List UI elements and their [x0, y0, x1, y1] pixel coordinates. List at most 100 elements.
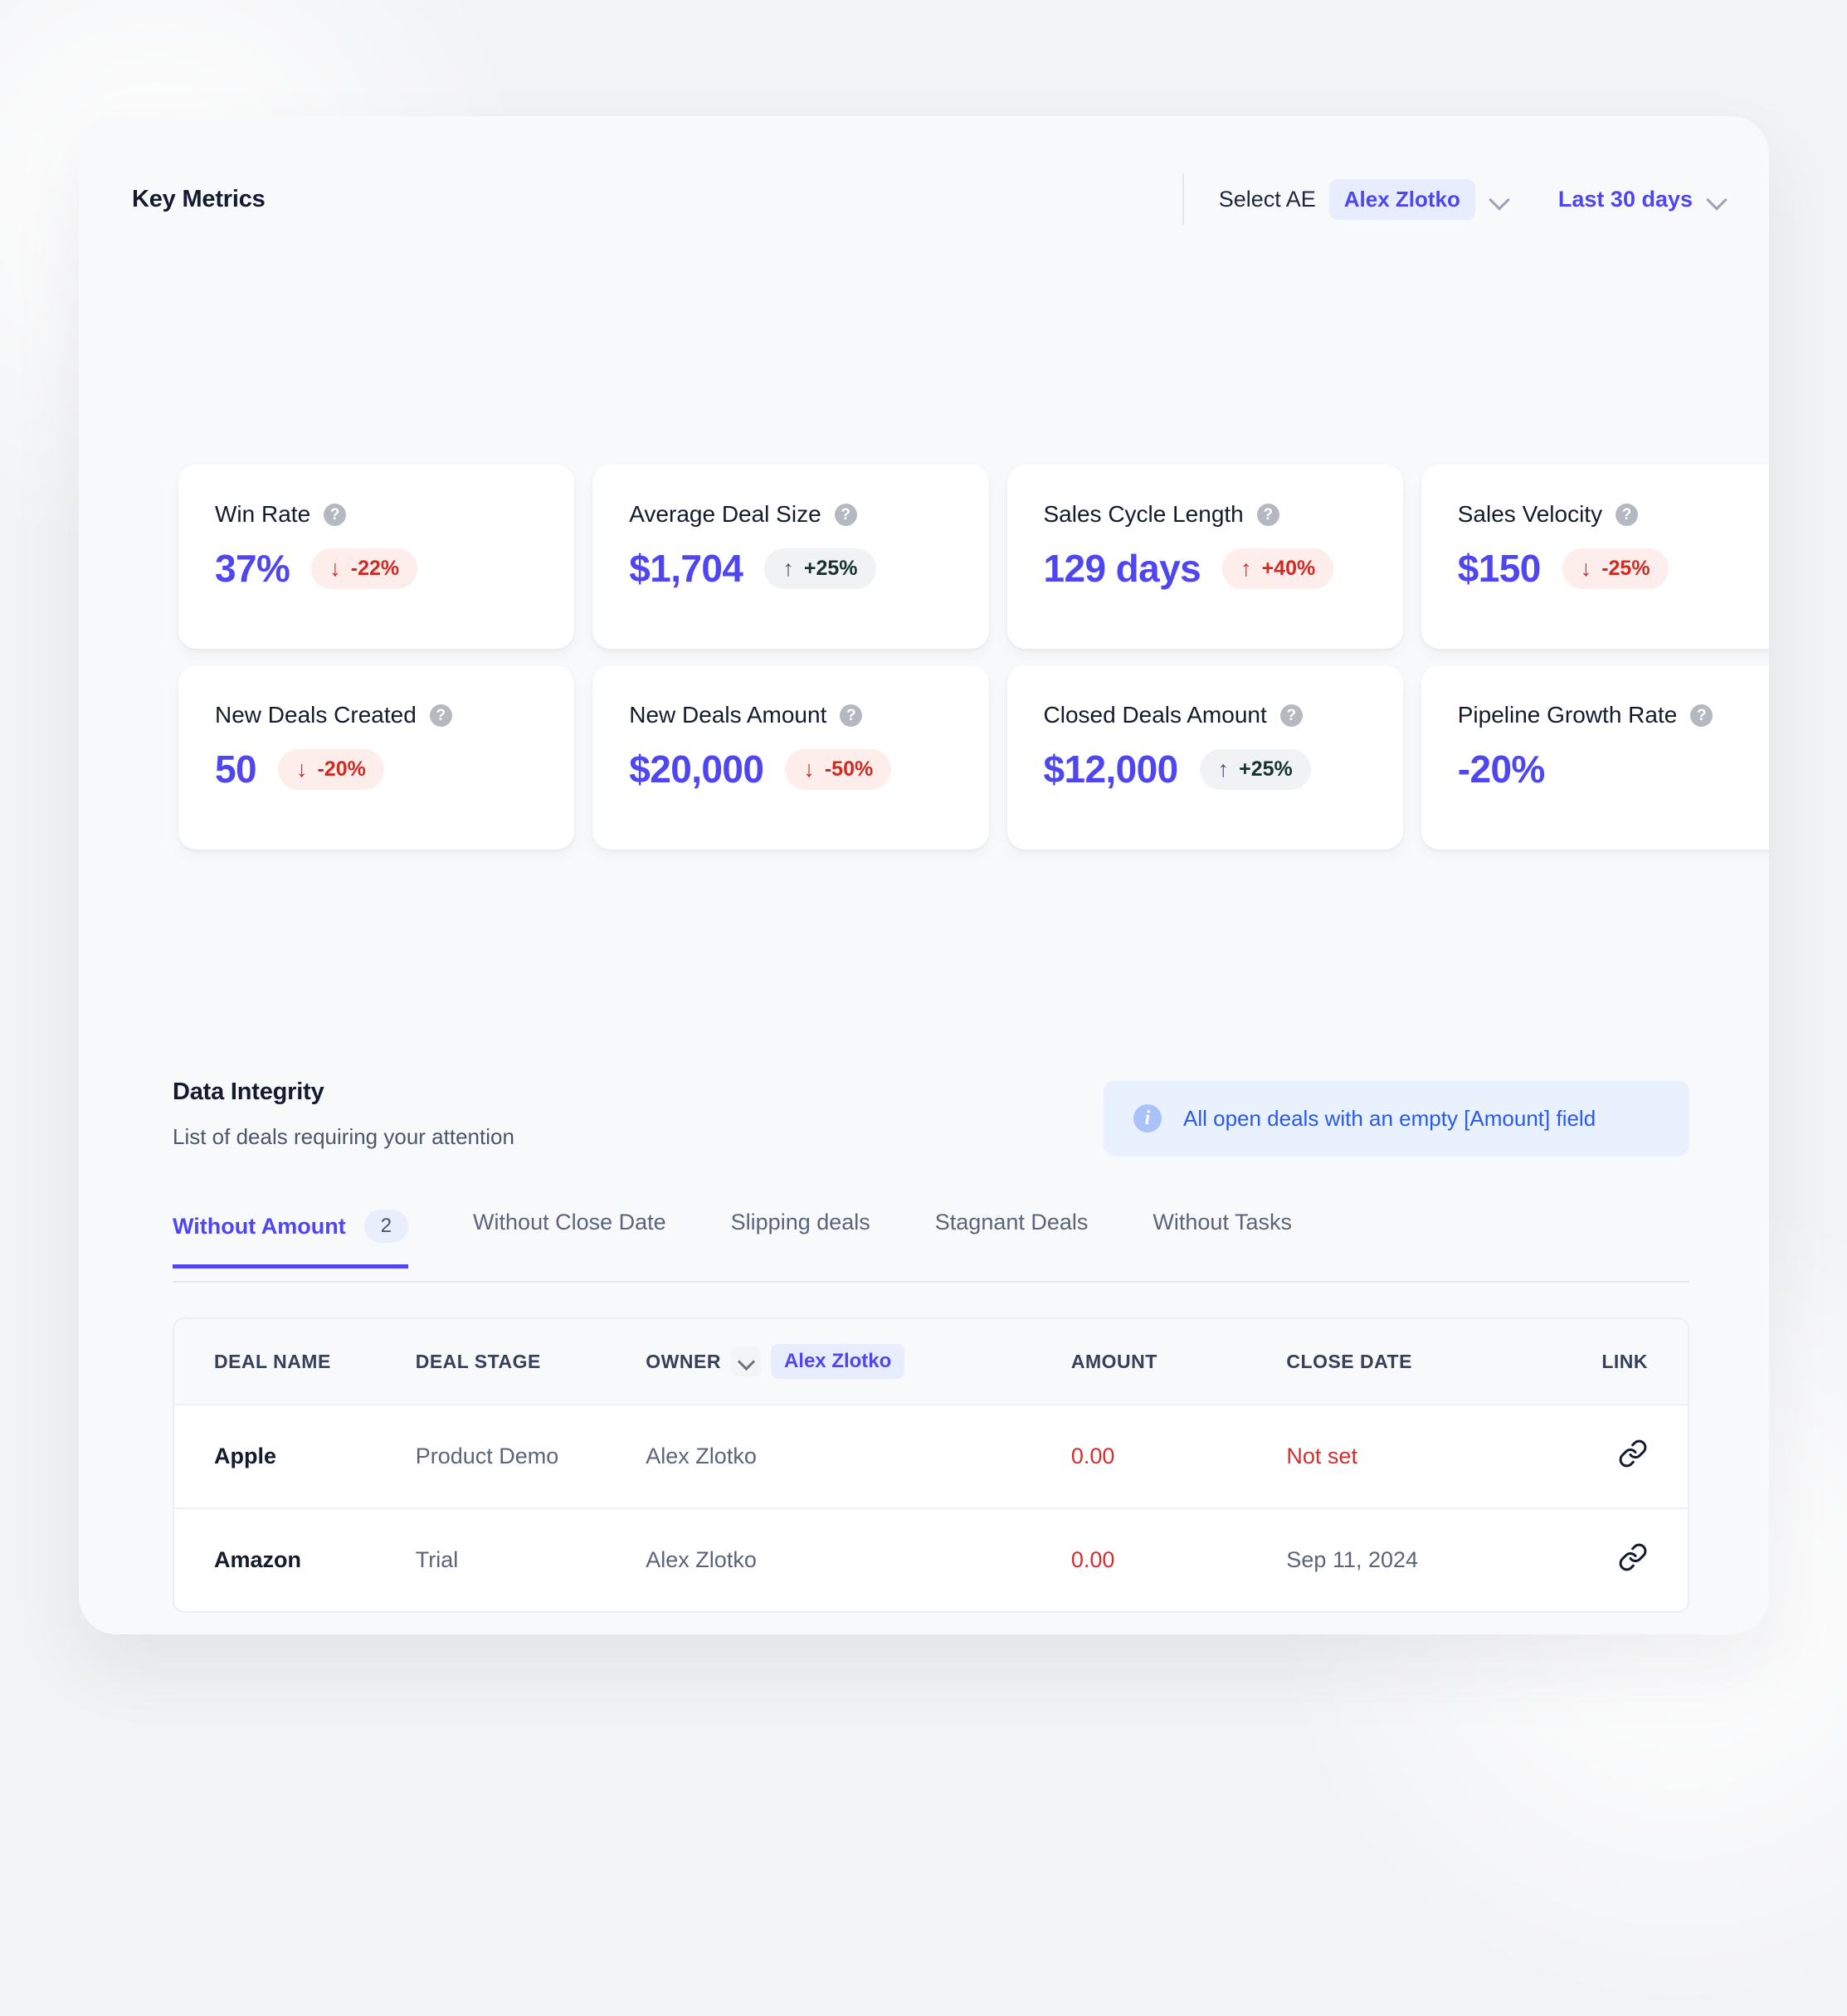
cell-link[interactable] — [1601, 1508, 1688, 1611]
column-header-owner-label: OWNER — [646, 1350, 721, 1372]
column-header-amount[interactable]: AMOUNT — [1070, 1319, 1287, 1405]
metric-label-row: Average Deal Size ? — [629, 501, 952, 528]
metric-delta-value: -25% — [1601, 556, 1650, 580]
metric-label-row: Sales Cycle Length ? — [1044, 501, 1367, 528]
metric-delta-badge: ↑ +40% — [1222, 548, 1334, 589]
metric-delta-badge: ↓ -50% — [785, 748, 892, 790]
tab-slipping-deals[interactable]: Slipping deals — [731, 1210, 870, 1261]
ae-select-value[interactable]: Alex Zlotko — [1328, 178, 1475, 220]
column-header-deal-name[interactable]: DEAL NAME — [174, 1319, 416, 1405]
column-header-close-date[interactable]: CLOSE DATE — [1286, 1319, 1602, 1405]
trend-down-icon: ↓ — [329, 555, 341, 581]
cell-deal-stage: Trial — [415, 1547, 459, 1572]
tab-label: Without Amount — [173, 1213, 346, 1239]
metric-value: 129 days — [1043, 547, 1201, 590]
help-circle-icon[interactable]: ? — [1256, 503, 1279, 526]
metric-value: $12,000 — [1043, 747, 1179, 791]
metric-delta-value: -50% — [824, 757, 874, 781]
cell-amount: 0.00 — [1070, 1547, 1115, 1572]
metric-delta-value: +25% — [1239, 757, 1293, 781]
metric-value-row: $20,000 ↓ -50% — [629, 747, 952, 791]
metric-value-row: 50 ↓ -20% — [215, 747, 538, 791]
metric-delta-badge: ↓ -20% — [277, 748, 384, 790]
link-chain-icon[interactable] — [1618, 1439, 1648, 1474]
table-row[interactable]: Apple Product Demo Alex Zlotko 0.00 Not … — [174, 1405, 1688, 1509]
tab-label: Without Tasks — [1153, 1210, 1292, 1234]
cell-owner: Alex Zlotko — [646, 1547, 757, 1572]
owner-filter-chip[interactable]: Alex Zlotko — [770, 1344, 905, 1379]
column-header-owner: OWNER Alex Zlotko — [646, 1319, 1071, 1405]
help-circle-icon[interactable]: ? — [324, 503, 347, 526]
metric-value: $20,000 — [629, 747, 764, 791]
help-circle-icon[interactable]: ? — [834, 503, 857, 526]
metric-label: New Deals Amount — [629, 702, 827, 728]
chevron-down-icon-owner[interactable] — [730, 1346, 761, 1376]
metric-delta-value: +40% — [1261, 556, 1316, 580]
trend-down-icon: ↓ — [803, 756, 815, 782]
metric-label: Average Deal Size — [629, 501, 821, 527]
tab-stagnant-deals[interactable]: Stagnant Deals — [935, 1210, 1089, 1261]
table-row[interactable]: Amazon Trial Alex Zlotko 0.00 Sep 11, 20… — [174, 1508, 1688, 1611]
metric-value-row: $12,000 ↑ +25% — [1044, 747, 1367, 791]
metric-value: $150 — [1457, 547, 1542, 590]
metric-delta-badge: ↑ +25% — [764, 548, 876, 589]
date-range-select[interactable]: Last 30 days — [1558, 187, 1728, 212]
data-integrity-header: Data Integrity List of deals requiring y… — [173, 1079, 514, 1150]
metric-delta-value: +25% — [803, 556, 858, 580]
metric-delta-badge: ↓ -22% — [311, 548, 418, 589]
metric-label: Pipeline Growth Rate — [1457, 702, 1678, 728]
tab-without-amount[interactable]: Without Amount 2 — [173, 1210, 409, 1269]
cell-owner: Alex Zlotko — [646, 1405, 1071, 1509]
deals-table-body: Apple Product Demo Alex Zlotko 0.00 Not … — [174, 1405, 1688, 1611]
metric-delta-badge: ↑ +25% — [1199, 748, 1311, 790]
metric-label-row: New Deals Created ? — [215, 702, 538, 728]
metric-value: 37% — [215, 547, 290, 590]
metric-value-row: 37% ↓ -22% — [215, 546, 538, 591]
metric-card-new-deals-amount: New Deals Amount ? $20,000 ↓ -50% — [592, 665, 989, 850]
metric-card-closed-deals-amount: Closed Deals Amount ? $12,000 ↑ +25% — [1006, 665, 1403, 850]
cell-link[interactable] — [1601, 1405, 1688, 1509]
page-title: Key Metrics — [132, 185, 266, 212]
date-range-label: Last 30 days — [1557, 186, 1693, 212]
help-circle-icon[interactable]: ? — [429, 704, 452, 727]
info-banner: i All open deals with an empty [Amount] … — [1104, 1080, 1689, 1157]
cell-deal-name: Amazon — [214, 1547, 302, 1572]
tab-label: Without Close Date — [473, 1210, 666, 1234]
metric-label-row: Sales Velocity ? — [1458, 501, 1769, 528]
filter-divider — [1182, 173, 1184, 225]
help-circle-icon[interactable]: ? — [840, 704, 863, 727]
deals-table-container: DEAL NAME DEAL STAGE OWNER Alex Zlotko A… — [173, 1317, 1689, 1613]
cell-close-date: Sep 11, 2024 — [1286, 1547, 1419, 1572]
help-circle-icon[interactable]: ? — [1279, 704, 1303, 727]
key-metrics-header: Key Metrics Select AE Alex Zlotko Last 3… — [132, 166, 1728, 232]
help-circle-icon[interactable]: ? — [1616, 503, 1639, 526]
tab-without-tasks[interactable]: Without Tasks — [1153, 1210, 1292, 1261]
metric-value-row: 129 days ↑ +40% — [1044, 546, 1367, 591]
info-circle-icon: i — [1133, 1104, 1162, 1132]
metric-label-row: Win Rate ? — [215, 501, 538, 528]
column-header-deal-stage[interactable]: DEAL STAGE — [415, 1319, 646, 1405]
cell-deal-stage: Product Demo — [415, 1405, 646, 1509]
table-header-row: DEAL NAME DEAL STAGE OWNER Alex Zlotko A… — [174, 1319, 1688, 1405]
help-circle-icon[interactable]: ? — [1690, 704, 1713, 727]
trend-down-icon: ↓ — [295, 756, 308, 782]
info-banner-text: All open deals with an empty [Amount] fi… — [1183, 1105, 1596, 1131]
metric-value: 50 — [215, 747, 257, 791]
cell-deal-name: Apple — [174, 1405, 416, 1509]
data-integrity-subtitle: List of deals requiring your attention — [173, 1124, 514, 1149]
tab-without-close-date[interactable]: Without Close Date — [473, 1210, 666, 1261]
cell-amount: 0.00 — [1070, 1405, 1287, 1509]
metric-label-row: Closed Deals Amount ? — [1044, 702, 1367, 728]
tab-count-badge: 2 — [363, 1210, 409, 1243]
metric-delta-value: -20% — [317, 757, 366, 781]
metric-card-sales-cycle-length: Sales Cycle Length ? 129 days ↑ +40% — [1006, 465, 1403, 649]
link-chain-icon[interactable] — [1618, 1542, 1648, 1578]
metric-label: Sales Velocity — [1457, 501, 1603, 527]
metric-delta-badge: ↓ -25% — [1562, 548, 1669, 589]
chevron-down-icon-ae[interactable] — [1489, 188, 1510, 210]
tab-label: Stagnant Deals — [934, 1210, 1089, 1234]
select-ae-label: Select AE — [1218, 186, 1316, 212]
metric-value: -20% — [1457, 747, 1546, 791]
column-header-link: LINK — [1601, 1319, 1688, 1405]
metric-label-row: Pipeline Growth Rate ? — [1458, 702, 1769, 728]
